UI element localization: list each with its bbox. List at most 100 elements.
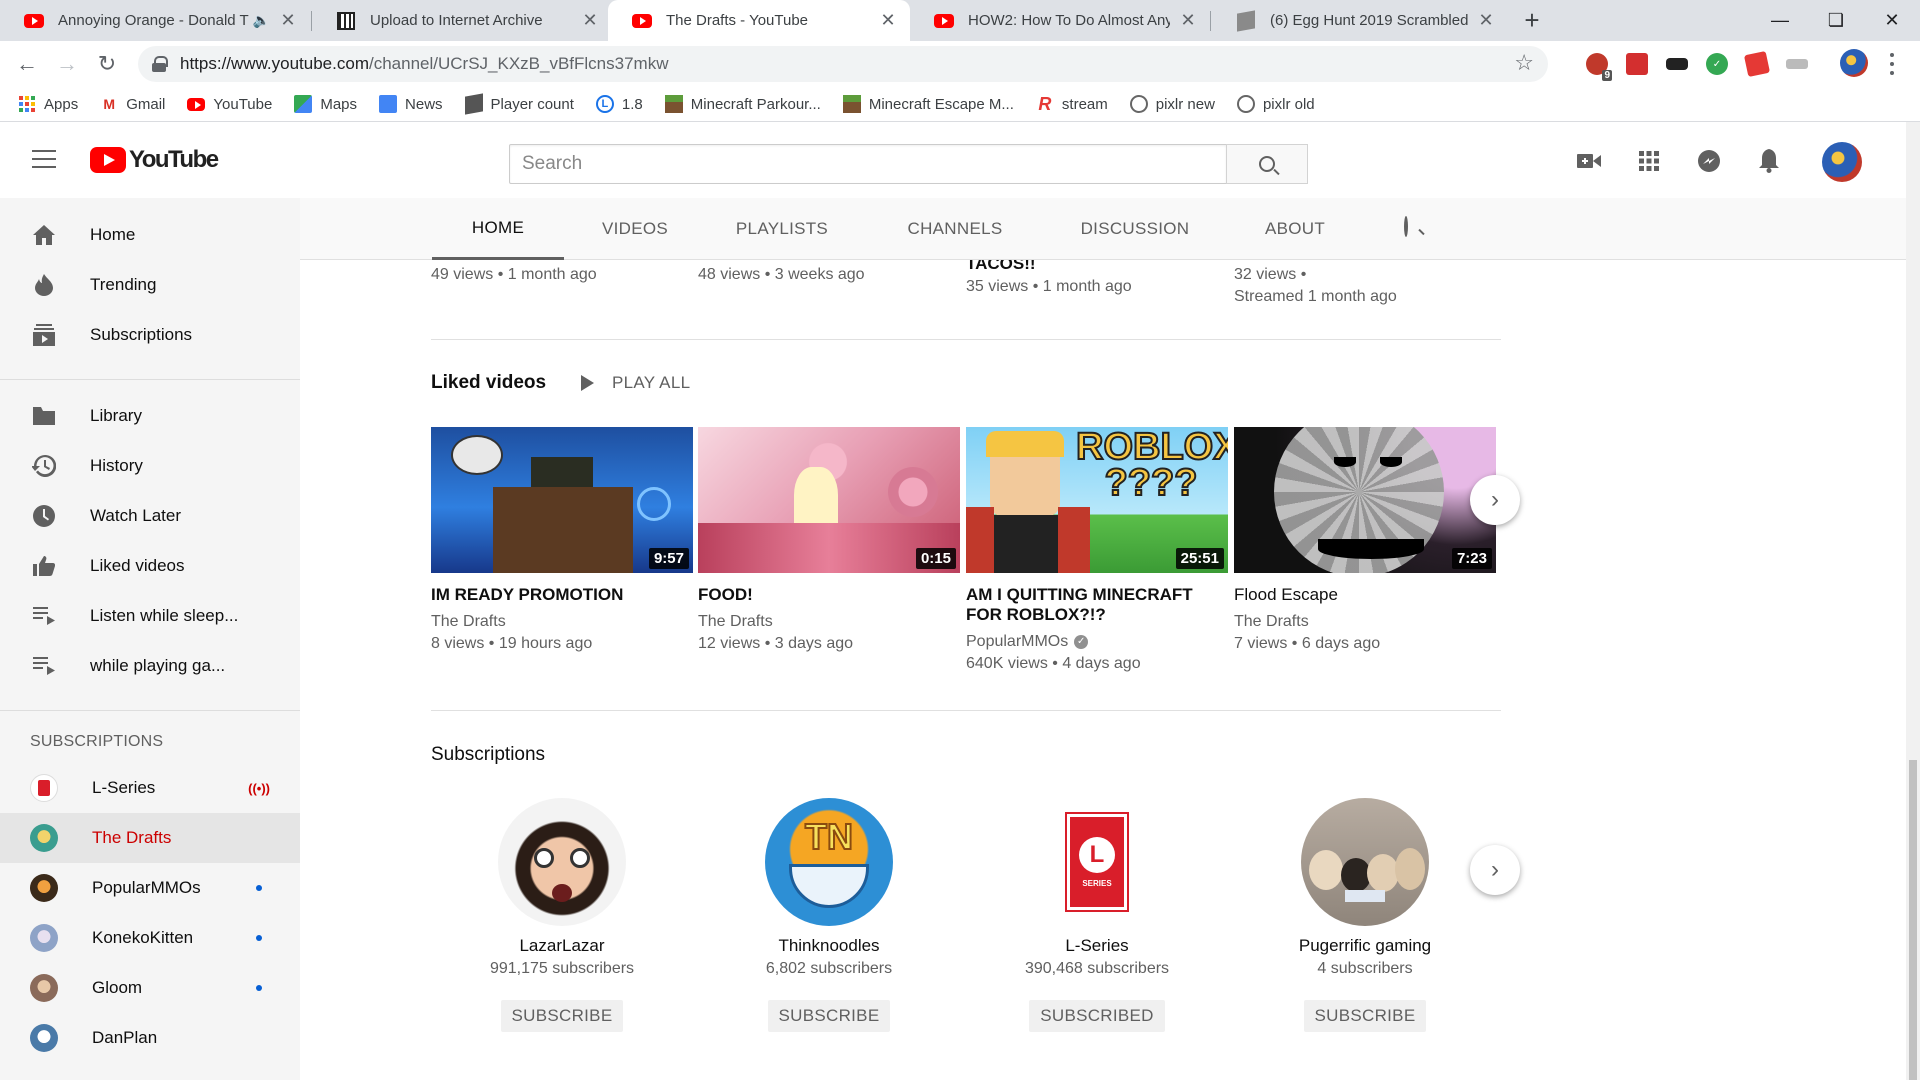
- tab-channels[interactable]: CHANNELS: [885, 198, 1025, 260]
- channel-name[interactable]: L-Series: [966, 936, 1228, 956]
- tab-the-drafts[interactable]: The Drafts - YouTube ✕: [608, 0, 910, 41]
- sidebar-item-subscriptions[interactable]: Subscriptions: [0, 310, 300, 360]
- video-title[interactable]: AM I QUITTING MINECRAFT FOR ROBLOX?!?: [966, 585, 1228, 625]
- subscribe-button[interactable]: SUBSCRIBE: [767, 1000, 891, 1032]
- forward-arrow-icon[interactable]: →: [52, 49, 82, 79]
- sidebar-channel-the-drafts[interactable]: The Drafts: [0, 813, 300, 863]
- page-scrollbar[interactable]: [1906, 122, 1920, 1080]
- channel-name[interactable]: Pugerrific gaming: [1234, 936, 1496, 956]
- tab-videos[interactable]: VIDEOS: [575, 198, 695, 260]
- roblox-extension-icon[interactable]: [1743, 50, 1771, 78]
- notifications-bell-icon[interactable]: [1756, 148, 1782, 174]
- sidebar-item-playlist-listen[interactable]: Listen while sleep...: [0, 591, 300, 641]
- bookmark-pixlr-new[interactable]: pixlr new: [1129, 95, 1215, 113]
- close-icon[interactable]: ✕: [1476, 10, 1496, 31]
- bookmark-minecraft-escape[interactable]: Minecraft Escape M...: [842, 95, 1014, 113]
- close-icon[interactable]: ✕: [278, 10, 298, 31]
- sidebar-item-trending[interactable]: Trending: [0, 260, 300, 310]
- lock-icon[interactable]: [152, 56, 168, 72]
- tab-egg-hunt[interactable]: (6) Egg Hunt 2019 Scrambled In T ✕: [1212, 0, 1508, 41]
- channel-avatar[interactable]: TN: [765, 798, 893, 926]
- video-channel-name[interactable]: The Drafts: [698, 611, 773, 633]
- bookmark-gmail[interactable]: M Gmail: [100, 95, 165, 113]
- video-card[interactable]: 9:57 IM READY PROMOTION The Drafts 8 vie…: [431, 427, 693, 655]
- channel-search-icon[interactable]: [1404, 216, 1408, 237]
- bookmark-youtube[interactable]: YouTube: [187, 95, 272, 113]
- bookmark-maps[interactable]: Maps: [294, 95, 357, 113]
- video-channel[interactable]: The Drafts: [1234, 611, 1496, 633]
- mask-extension-icon[interactable]: [1666, 58, 1688, 70]
- shelf-next-button[interactable]: ›: [1470, 845, 1520, 895]
- video-channel[interactable]: PopularMMOs ✓: [966, 631, 1228, 653]
- subscribed-button[interactable]: SUBSCRIBED: [1029, 1000, 1165, 1032]
- video-card[interactable]: ROBLOX ???? 25:51 AM I QUITTING MINECRAF…: [966, 427, 1228, 675]
- window-close-icon[interactable]: ✕: [1864, 0, 1920, 41]
- tab-about[interactable]: ABOUT: [1240, 198, 1350, 260]
- bookmark-minecraft-parkour[interactable]: Minecraft Parkour...: [664, 95, 821, 113]
- bookmark-star-icon[interactable]: ☆: [1514, 50, 1534, 76]
- sidebar-channel-l-series[interactable]: L-Series ((•)): [0, 763, 300, 813]
- create-video-icon[interactable]: [1576, 148, 1602, 174]
- close-icon[interactable]: ✕: [878, 10, 898, 31]
- sidebar-item-history[interactable]: History: [0, 441, 300, 491]
- channel-avatar[interactable]: [498, 798, 626, 926]
- video-channel[interactable]: The Drafts: [698, 611, 960, 633]
- sidebar-item-home[interactable]: Home: [0, 210, 300, 260]
- adblock-extension-icon[interactable]: 9: [1586, 53, 1612, 81]
- restore-icon[interactable]: ❏: [1808, 0, 1864, 41]
- liked-videos-title[interactable]: Liked videos: [431, 372, 546, 394]
- bookmark-player-count[interactable]: Player count: [464, 93, 574, 115]
- pocket-extension-icon[interactable]: [1626, 53, 1648, 75]
- close-icon[interactable]: ✕: [1178, 10, 1198, 31]
- search-input[interactable]: Search: [509, 144, 1227, 184]
- hamburger-menu-icon[interactable]: [32, 150, 56, 168]
- back-arrow-icon[interactable]: ←: [12, 49, 42, 79]
- channel-card[interactable]: TN Thinknoodles 6,802 subscribers SUBSCR…: [698, 798, 960, 1032]
- bookmark-apps[interactable]: Apps: [18, 95, 78, 113]
- search-button[interactable]: [1226, 144, 1308, 184]
- shelf-next-button[interactable]: ›: [1470, 475, 1520, 525]
- video-channel-name[interactable]: PopularMMOs: [966, 631, 1068, 653]
- video-card[interactable]: 0:15 FOOD! The Drafts 12 views • 3 days …: [698, 427, 960, 655]
- bookmark-pixlr-old[interactable]: pixlr old: [1236, 95, 1315, 113]
- minimize-icon[interactable]: —: [1752, 0, 1808, 41]
- video-thumbnail[interactable]: 0:15: [698, 427, 960, 573]
- video-title[interactable]: IM READY PROMOTION: [431, 585, 693, 605]
- video-channel-name[interactable]: The Drafts: [1234, 611, 1309, 633]
- sidebar-item-library[interactable]: Library: [0, 391, 300, 441]
- bookmark-stream[interactable]: R stream: [1036, 94, 1107, 114]
- play-all-button[interactable]: PLAY ALL: [581, 373, 690, 393]
- bookmark-1-8[interactable]: L 1.8: [595, 95, 643, 113]
- sidebar-channel-konekokitten[interactable]: KonekoKitten: [0, 913, 300, 963]
- reload-icon[interactable]: ↻: [92, 49, 122, 79]
- video-title[interactable]: TACOS!!: [966, 260, 1226, 274]
- sidebar-channel-gloom[interactable]: Gloom: [0, 963, 300, 1013]
- video-title[interactable]: FOOD!: [698, 585, 960, 605]
- speaker-icon[interactable]: 🔈: [253, 12, 270, 29]
- apps-icon[interactable]: [1636, 148, 1662, 174]
- subscribe-button[interactable]: SUBSCRIBE: [500, 1000, 624, 1032]
- tab-annoying-orange[interactable]: Annoying Orange - Donald T 🔈 ✕: [0, 0, 310, 41]
- address-bar[interactable]: https://www.youtube.com/channel/UCrSJ_KX…: [138, 46, 1548, 82]
- video-channel-name[interactable]: The Drafts: [431, 611, 506, 633]
- messages-icon[interactable]: [1696, 148, 1722, 174]
- close-icon[interactable]: ✕: [580, 10, 600, 31]
- sidebar-channel-popularmmos[interactable]: PopularMMOs: [0, 863, 300, 913]
- sidebar-item-liked-videos[interactable]: Liked videos: [0, 541, 300, 591]
- grey-extension-icon[interactable]: [1786, 59, 1808, 69]
- channel-name[interactable]: LazarLazar: [431, 936, 693, 956]
- scrollbar-thumb[interactable]: [1909, 760, 1917, 1080]
- new-tab-button[interactable]: +: [1520, 0, 1544, 41]
- video-thumbnail[interactable]: 7:23: [1234, 427, 1496, 573]
- tab-internet-archive[interactable]: Upload to Internet Archive ✕: [312, 0, 612, 41]
- channel-name[interactable]: Thinknoodles: [698, 936, 960, 956]
- sidebar-channel-danplan[interactable]: DanPlan: [0, 1013, 300, 1063]
- checkmark-extension-icon[interactable]: ✓: [1706, 53, 1728, 75]
- video-thumbnail[interactable]: 9:57: [431, 427, 693, 573]
- video-channel[interactable]: The Drafts: [431, 611, 693, 633]
- kebab-menu-icon[interactable]: [1880, 51, 1904, 77]
- video-thumbnail[interactable]: ROBLOX ???? 25:51: [966, 427, 1228, 573]
- subscribe-button[interactable]: SUBSCRIBE: [1303, 1000, 1427, 1032]
- bookmark-news[interactable]: News: [379, 95, 443, 113]
- tab-home[interactable]: HOME: [432, 198, 564, 260]
